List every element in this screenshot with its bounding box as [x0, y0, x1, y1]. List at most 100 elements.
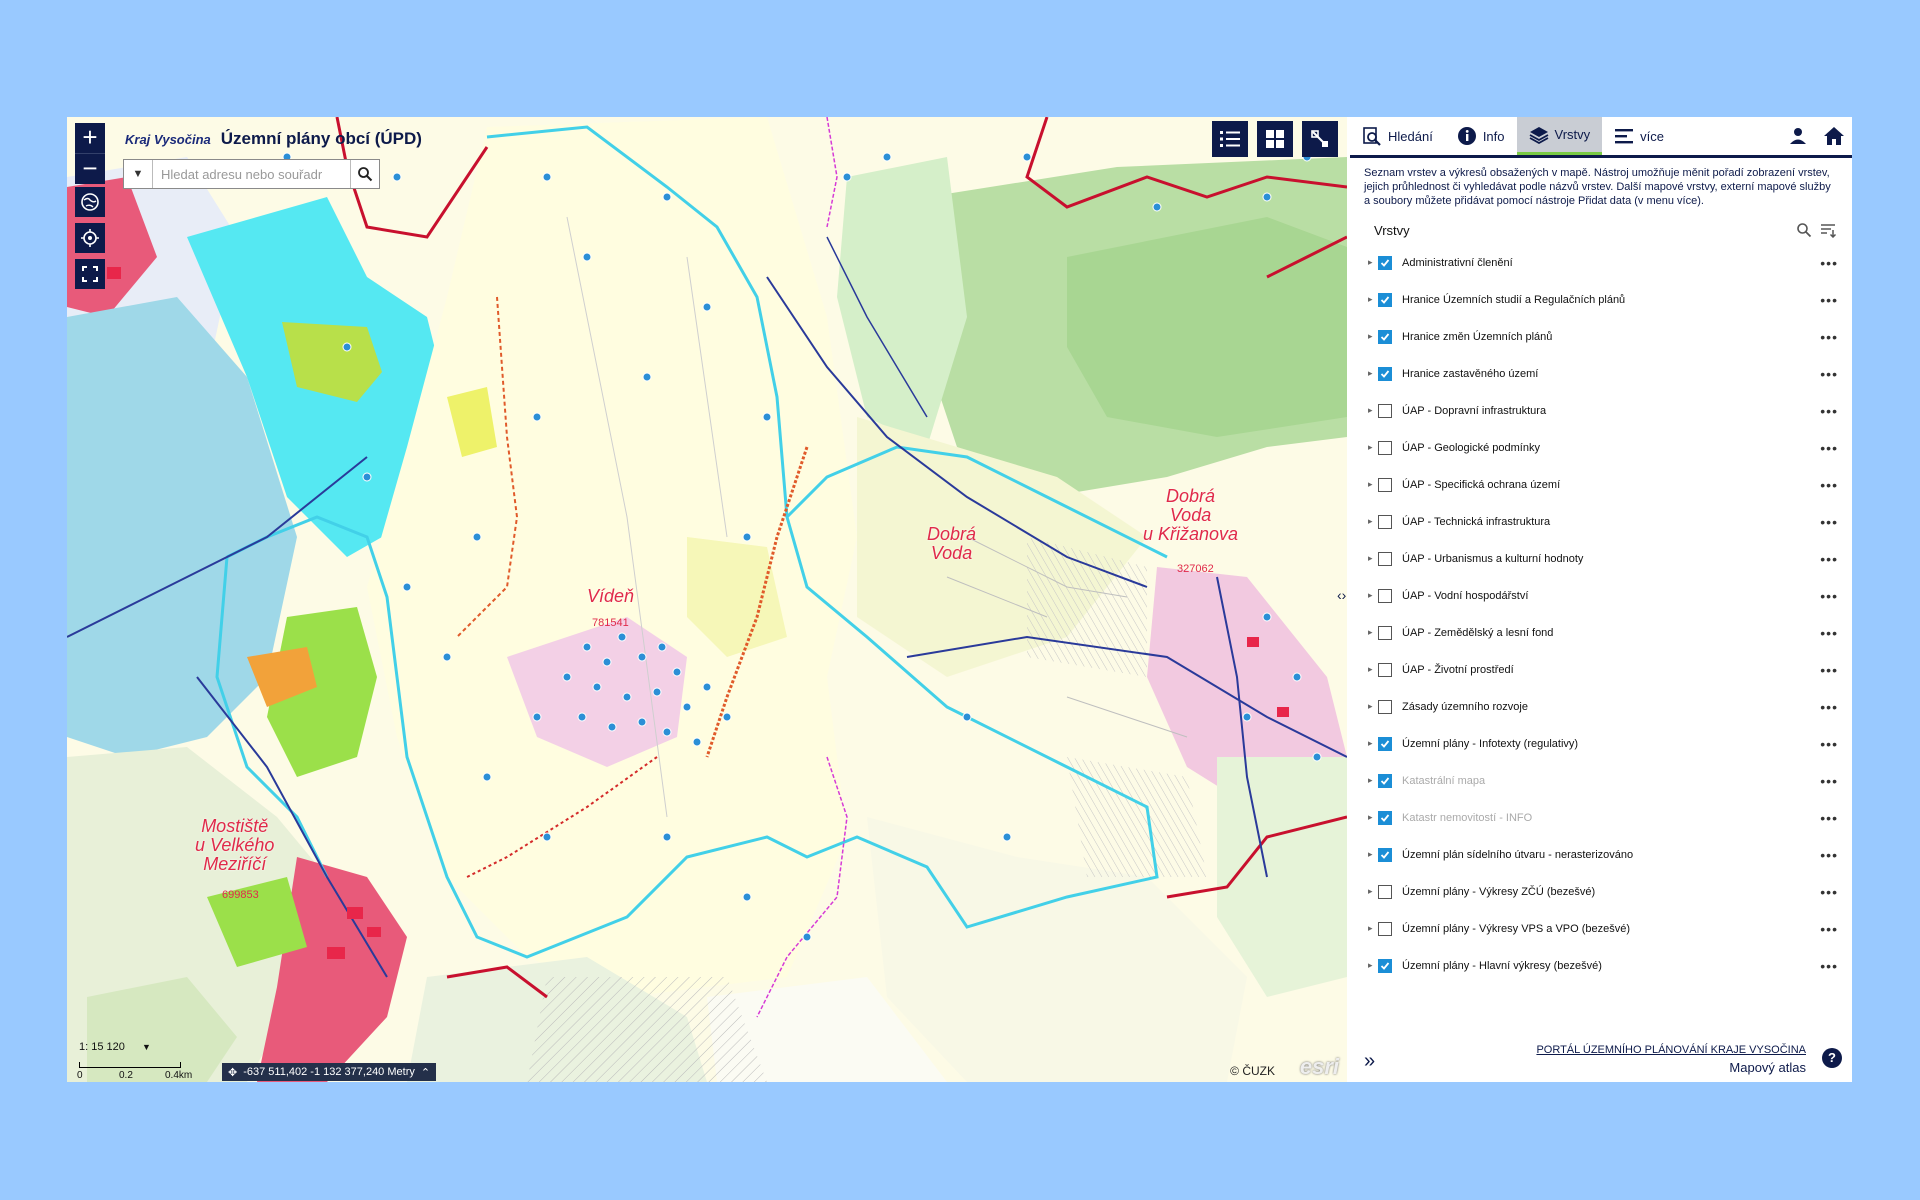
layer-visibility-checkbox[interactable]	[1378, 662, 1392, 677]
expand-caret-icon[interactable]: ▸	[1368, 590, 1378, 601]
sort-filter-icon[interactable]	[1820, 222, 1838, 238]
expand-caret-icon[interactable]: ▸	[1368, 923, 1378, 934]
layer-options-icon[interactable]: •••	[1820, 329, 1838, 345]
layer-row[interactable]: ▸ ÚAP - Specifická ochrana území •••	[1350, 466, 1852, 503]
portal-link[interactable]: PORTÁL ÚZEMNÍHO PLÁNOVÁNÍ KRAJE VYSOČINA	[1536, 1044, 1806, 1056]
layer-options-icon[interactable]: •••	[1820, 292, 1838, 308]
layer-visibility-checkbox[interactable]	[1378, 884, 1392, 899]
expand-caret-icon[interactable]: ▸	[1368, 516, 1378, 527]
layer-visibility-checkbox[interactable]	[1378, 736, 1392, 751]
expand-caret-icon[interactable]: ▸	[1368, 368, 1378, 379]
layer-row[interactable]: ▸ Hranice zastavěného území •••	[1350, 355, 1852, 392]
layer-visibility-checkbox[interactable]	[1378, 847, 1392, 862]
help-button[interactable]: ?	[1822, 1048, 1842, 1068]
search-icon[interactable]	[1796, 222, 1812, 238]
layer-options-icon[interactable]: •••	[1820, 921, 1838, 937]
expand-caret-icon[interactable]: ▸	[1368, 664, 1378, 675]
layer-visibility-checkbox[interactable]	[1378, 551, 1392, 566]
layer-options-icon[interactable]: •••	[1820, 588, 1838, 604]
layer-visibility-checkbox[interactable]	[1378, 366, 1392, 381]
layer-options-icon[interactable]: •••	[1820, 403, 1838, 419]
layer-options-icon[interactable]: •••	[1820, 958, 1838, 974]
fullscreen-button[interactable]	[75, 259, 105, 289]
search-source-dropdown[interactable]: ▼	[124, 160, 153, 188]
layer-visibility-checkbox[interactable]	[1378, 958, 1392, 973]
layer-row[interactable]: ▸ Územní plán sídelního útvaru - neraster…	[1350, 836, 1852, 873]
layer-visibility-checkbox[interactable]	[1378, 625, 1392, 640]
coordinate-readout[interactable]: ✥ -637 511,402 -1 132 377,240 Metry ⌃	[222, 1063, 437, 1081]
layer-row[interactable]: ▸ Hranice změn Územních plánů •••	[1350, 318, 1852, 355]
layer-options-icon[interactable]: •••	[1820, 514, 1838, 530]
layer-options-icon[interactable]: •••	[1820, 847, 1838, 863]
layer-row[interactable]: ▸ ÚAP - Dopravní infrastruktura •••	[1350, 392, 1852, 429]
expand-caret-icon[interactable]: ▸	[1368, 294, 1378, 305]
layer-row[interactable]: ▸ Zásady územního rozvoje •••	[1350, 688, 1852, 725]
layer-row[interactable]: ▸ Katastr nemovitostí - INFO •••	[1350, 799, 1852, 836]
layer-row[interactable]: ▸ ÚAP - Geologické podmínky •••	[1350, 429, 1852, 466]
zoom-in-button[interactable]: +	[75, 123, 105, 153]
layer-row[interactable]: ▸ Administrativní členění •••	[1350, 244, 1852, 281]
search-input[interactable]	[153, 160, 350, 188]
legend-list-button[interactable]	[1212, 121, 1248, 157]
zoom-out-button[interactable]: −	[75, 153, 105, 184]
tab-hledani[interactable]: Hledání	[1350, 117, 1445, 155]
layer-visibility-checkbox[interactable]	[1378, 699, 1392, 714]
map-canvas[interactable]	[67, 117, 1347, 1082]
layer-options-icon[interactable]: •••	[1820, 366, 1838, 382]
layer-visibility-checkbox[interactable]	[1378, 403, 1392, 418]
home-button[interactable]	[1816, 117, 1852, 155]
layer-row[interactable]: ▸ ÚAP - Vodní hospodářství •••	[1350, 577, 1852, 614]
expand-caret-icon[interactable]: ▸	[1368, 775, 1378, 786]
layer-options-icon[interactable]: •••	[1820, 255, 1838, 271]
layer-options-icon[interactable]: •••	[1820, 773, 1838, 789]
layer-visibility-checkbox[interactable]	[1378, 292, 1392, 307]
layer-options-icon[interactable]: •••	[1820, 884, 1838, 900]
layer-options-icon[interactable]: •••	[1820, 625, 1838, 641]
tab-vice[interactable]: více	[1602, 117, 1676, 155]
layer-options-icon[interactable]: •••	[1820, 810, 1838, 826]
collapse-panel-icon[interactable]: »	[1364, 1050, 1375, 1073]
layer-row[interactable]: ▸ ÚAP - Urbanismus a kulturní hodnoty •••	[1350, 540, 1852, 577]
panel-toggle-arrows[interactable]: ‹›	[1337, 587, 1346, 603]
scale-selector[interactable]: 1: 15 120 ▼	[79, 1041, 151, 1053]
expand-caret-icon[interactable]: ▸	[1368, 442, 1378, 453]
layer-row[interactable]: ▸ Územní plány - Hlavní výkresy (bezešvé)…	[1350, 947, 1852, 984]
layer-visibility-checkbox[interactable]	[1378, 810, 1392, 825]
expand-caret-icon[interactable]: ▸	[1368, 701, 1378, 712]
expand-caret-icon[interactable]: ▸	[1368, 405, 1378, 416]
layer-visibility-checkbox[interactable]	[1378, 514, 1392, 529]
user-button[interactable]	[1780, 117, 1816, 155]
expand-caret-icon[interactable]: ▸	[1368, 479, 1378, 490]
tab-vrstvy[interactable]: Vrstvy	[1516, 117, 1603, 155]
overview-map-button[interactable]	[1302, 121, 1338, 157]
globe-button[interactable]	[75, 187, 105, 217]
locate-button[interactable]	[75, 223, 105, 253]
expand-caret-icon[interactable]: ▸	[1368, 738, 1378, 749]
layer-row[interactable]: ▸ Územní plány - Výkresy ZČÚ (bezešvé) •••	[1350, 873, 1852, 910]
layer-options-icon[interactable]: •••	[1820, 440, 1838, 456]
expand-caret-icon[interactable]: ▸	[1368, 886, 1378, 897]
tab-info[interactable]: Info	[1445, 117, 1517, 155]
layer-row[interactable]: ▸ ÚAP - Životní prostředí •••	[1350, 651, 1852, 688]
layer-visibility-checkbox[interactable]	[1378, 477, 1392, 492]
map-view[interactable]: Vídeň 781541 Dobrá Voda Dobrá Voda u Kři…	[67, 117, 1347, 1082]
layer-options-icon[interactable]: •••	[1820, 699, 1838, 715]
expand-caret-icon[interactable]: ▸	[1368, 627, 1378, 638]
layer-visibility-checkbox[interactable]	[1378, 255, 1392, 270]
layer-row[interactable]: ▸ Katastrální mapa •••	[1350, 762, 1852, 799]
layer-options-icon[interactable]: •••	[1820, 736, 1838, 752]
layer-options-icon[interactable]: •••	[1820, 662, 1838, 678]
layer-row[interactable]: ▸ ÚAP - Technická infrastruktura •••	[1350, 503, 1852, 540]
search-button[interactable]	[350, 160, 379, 188]
layer-options-icon[interactable]: •••	[1820, 551, 1838, 567]
expand-caret-icon[interactable]: ▸	[1368, 257, 1378, 268]
expand-caret-icon[interactable]: ▸	[1368, 812, 1378, 823]
layer-visibility-checkbox[interactable]	[1378, 329, 1392, 344]
layer-visibility-checkbox[interactable]	[1378, 588, 1392, 603]
layer-row[interactable]: ▸ ÚAP - Zemědělský a lesní fond •••	[1350, 614, 1852, 651]
layer-row[interactable]: ▸ Hranice Územních studií a Regulačních p…	[1350, 281, 1852, 318]
layer-row[interactable]: ▸ Územní plány - Infotexty (regulativy) ••…	[1350, 725, 1852, 762]
expand-caret-icon[interactable]: ▸	[1368, 553, 1378, 564]
expand-caret-icon[interactable]: ▸	[1368, 849, 1378, 860]
layer-visibility-checkbox[interactable]	[1378, 440, 1392, 455]
